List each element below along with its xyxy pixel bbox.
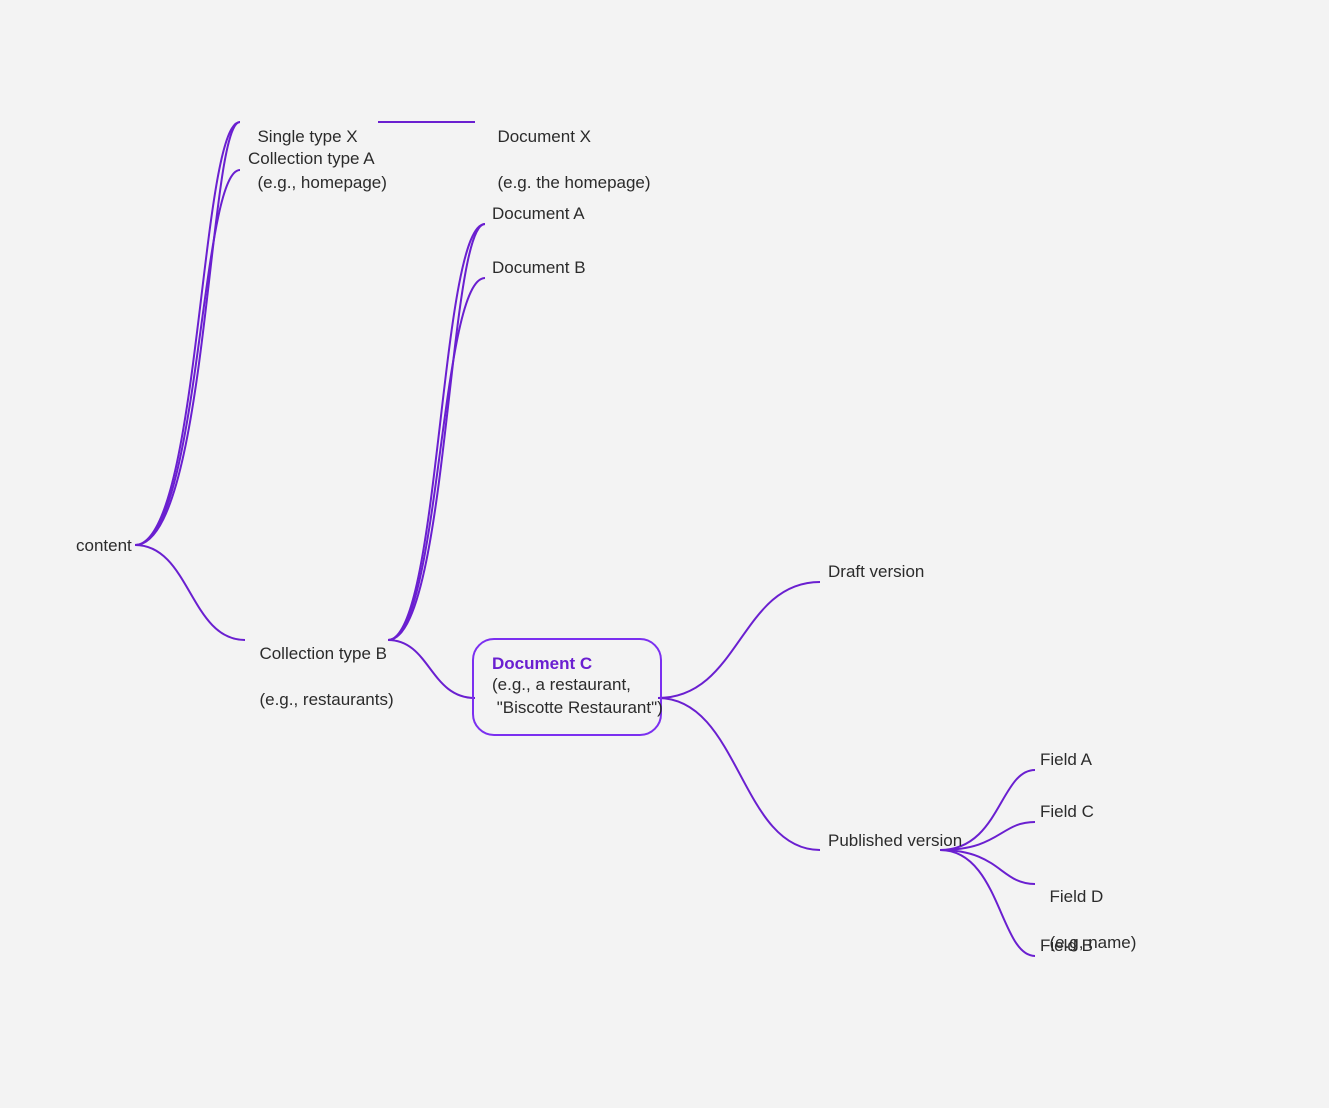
node-field-b: Field B [1040,935,1093,958]
node-field-c: Field C [1040,801,1094,824]
node-draft-version: Draft version [828,561,924,584]
node-single-type-x-line2: (e.g., homepage) [257,173,386,192]
node-content: content [76,535,132,558]
node-document-c-title: Document C [492,654,642,674]
node-published-version: Published version [828,830,962,853]
node-document-b: Document B [492,257,586,280]
node-document-x: Document X (e.g. the homepage) [488,103,651,195]
node-document-c-sub: (e.g., a restaurant, "Biscotte Restauran… [492,674,642,720]
node-collection-type-a: Collection type A [248,148,375,171]
node-collection-type-b-line1: Collection type B [259,644,387,663]
node-collection-type-b-line2: (e.g., restaurants) [259,690,393,709]
node-field-a: Field A [1040,749,1092,772]
node-field-d-line1: Field D [1049,887,1103,906]
node-collection-type-b: Collection type B (e.g., restaurants) [250,620,394,712]
node-document-c: Document C (e.g., a restaurant, "Biscott… [472,638,662,736]
node-single-type-x-line1: Single type X [257,127,357,146]
node-document-x-line2: (e.g. the homepage) [497,173,650,192]
node-document-a: Document A [492,203,585,226]
node-document-x-line1: Document X [497,127,591,146]
